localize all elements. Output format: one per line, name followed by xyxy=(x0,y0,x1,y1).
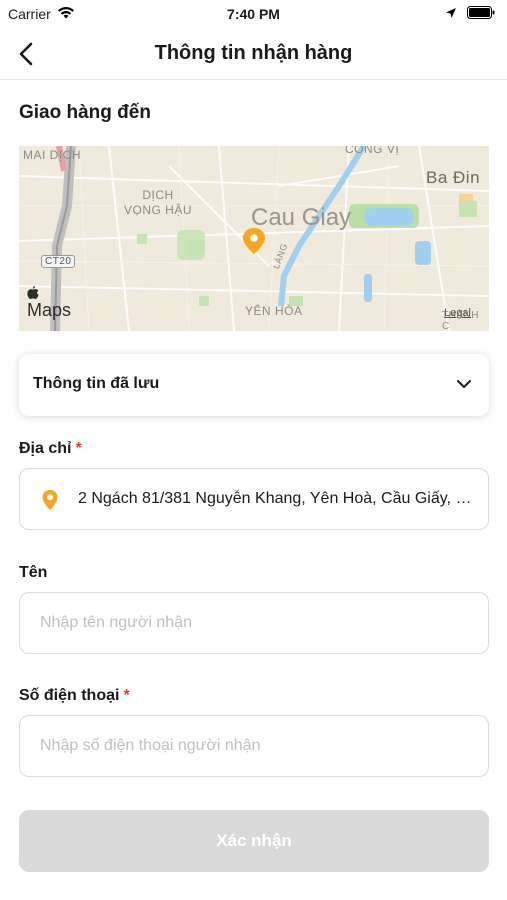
status-time: 7:40 PM xyxy=(227,6,280,22)
address-field[interactable]: 2 Ngách 81/381 Nguyễn Khang, Yên Hoà, Cầ… xyxy=(19,468,489,530)
location-pin-icon xyxy=(41,489,59,516)
name-label: Tên xyxy=(19,564,48,581)
map-label-dich-vong-hau: DỊCH VỌNG HẬU xyxy=(124,188,193,217)
address-label: Địa chỉ * xyxy=(19,440,82,458)
map-label-cong-vi: CỐNG VỊ xyxy=(345,146,400,156)
location-arrow-icon xyxy=(445,6,457,22)
name-placeholder: Nhập tên người nhận xyxy=(40,614,192,631)
confirm-button[interactable]: Xác nhận xyxy=(19,810,489,872)
page-title: Thông tin nhận hàng xyxy=(154,42,353,64)
saved-info-dropdown[interactable]: Thông tin đã lưu xyxy=(19,354,489,416)
map-label-yen-hoa: YÊN HÒA xyxy=(245,304,303,318)
chevron-down-icon xyxy=(455,375,473,398)
battery-icon xyxy=(467,6,495,22)
status-right xyxy=(445,6,495,22)
phone-placeholder: Nhập số điện thoại người nhận xyxy=(40,737,261,754)
phone-field[interactable]: Nhập số điện thoại người nhận xyxy=(19,715,489,777)
apple-maps-logo: Maps xyxy=(27,286,71,321)
map-label-ba-dinh: Ba Đin xyxy=(426,168,481,187)
phone-required-mark: * xyxy=(123,687,130,704)
status-bar: Carrier 7:40 PM xyxy=(0,0,507,28)
address-required-mark: * xyxy=(75,440,82,457)
map-label-mai-dich: MAI DỊCH xyxy=(23,148,81,162)
name-field[interactable]: Nhập tên người nhận xyxy=(19,592,489,654)
maps-brand-label: Maps xyxy=(27,300,72,320)
phone-label-text: Số điện thoại xyxy=(19,687,120,704)
map-label-cau-giay: Cau Giay xyxy=(251,204,352,231)
navigation-bar: Thông tin nhận hàng xyxy=(0,28,507,80)
map-legal-link[interactable]: Legal xyxy=(444,307,471,319)
section-title: Giao hàng đến xyxy=(19,102,151,123)
address-label-text: Địa chỉ xyxy=(19,440,72,457)
map-label-ct20: CT20 xyxy=(41,255,76,268)
address-value: 2 Ngách 81/381 Nguyễn Khang, Yên Hoà, Cầ… xyxy=(78,490,478,507)
saved-info-label: Thông tin đã lưu xyxy=(33,375,160,392)
map-view[interactable]: MAI DỊCH DỊCH VỌNG HẬU Cau Giay CỐNG VỊ … xyxy=(19,146,489,331)
phone-label: Số điện thoại * xyxy=(19,687,130,705)
apple-logo-icon xyxy=(27,286,71,300)
